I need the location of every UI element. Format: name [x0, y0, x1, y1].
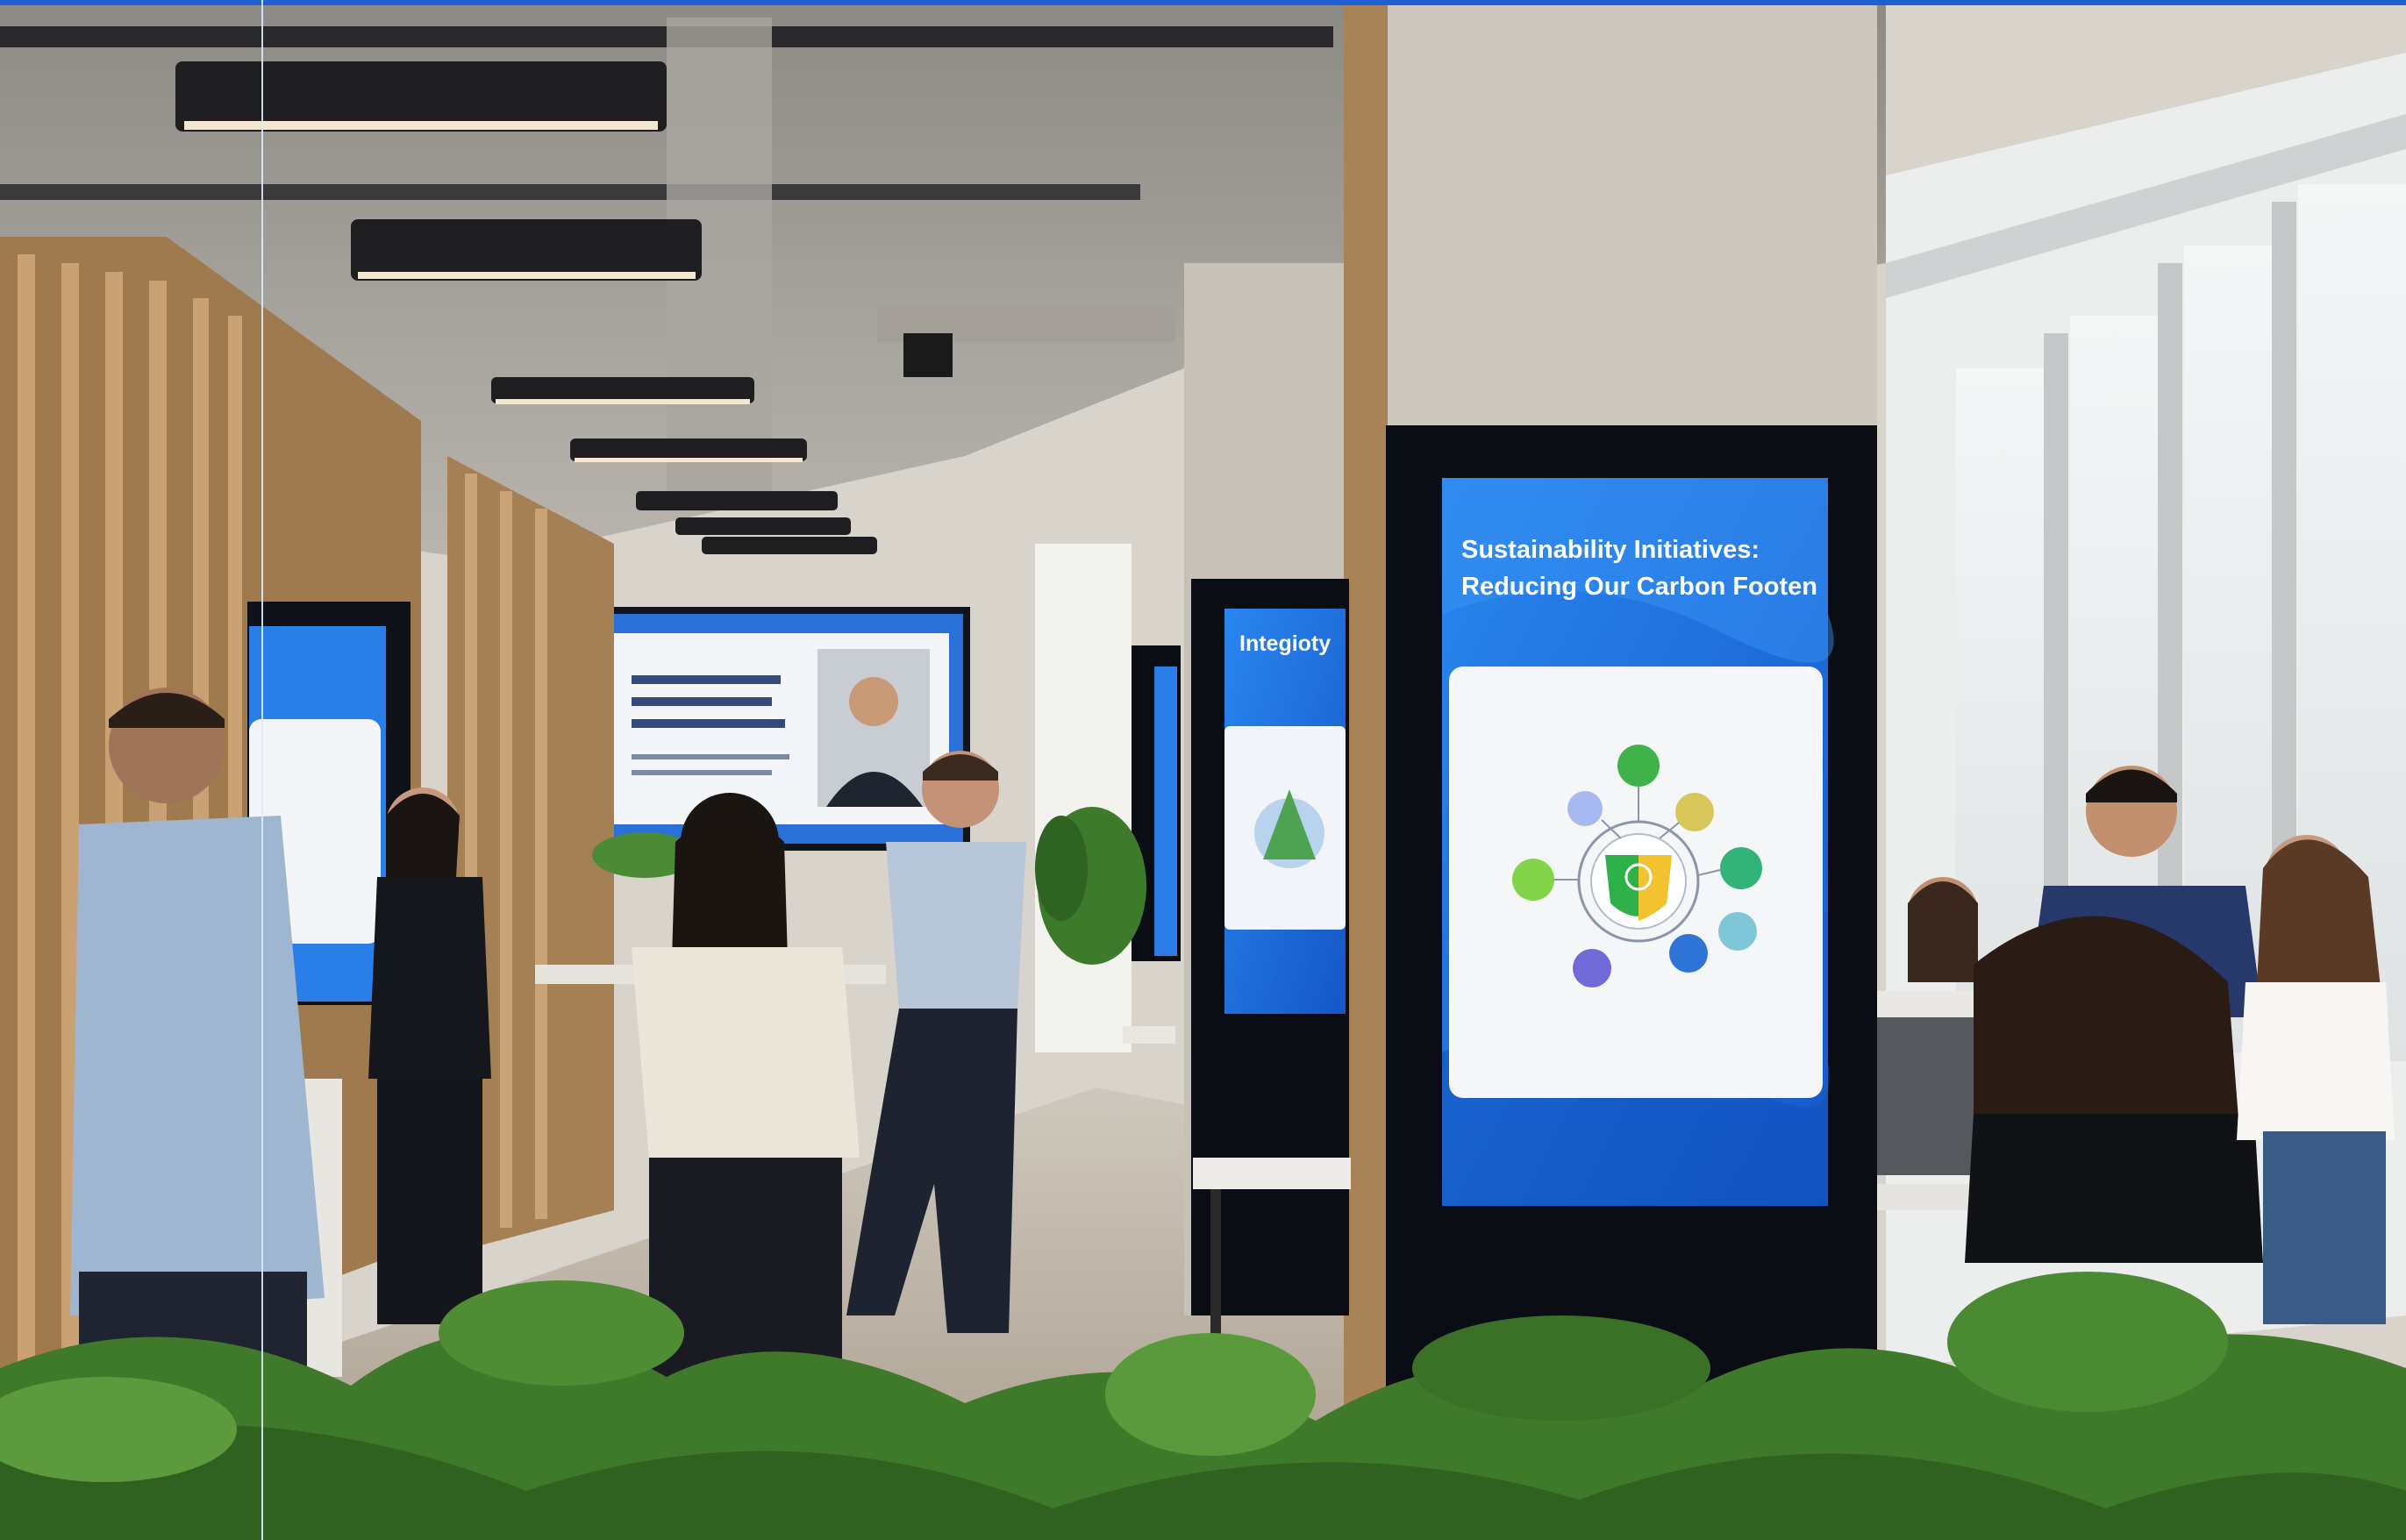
sign-title-line-1: Sustainability Initiatives:	[1461, 536, 1760, 564]
office-scene: Sustainability Initiatives: Reducing Our…	[0, 0, 2406, 1540]
far-window	[1035, 544, 1132, 1052]
sign-title-line-2: Reducing Our Carbon Footen	[1461, 573, 1817, 601]
vertical-divider	[261, 0, 263, 1540]
sign-title: Sustainability Initiatives: Reducing Our…	[1461, 531, 1847, 605]
top-accent-bar	[0, 0, 2406, 5]
office-scene-illustration	[0, 0, 2406, 1540]
wood-column-edge	[1344, 0, 1388, 1540]
integrity-title: Integioty	[1239, 631, 1332, 656]
small-display-screen	[1154, 667, 1177, 956]
wall-tv-display	[579, 607, 970, 851]
